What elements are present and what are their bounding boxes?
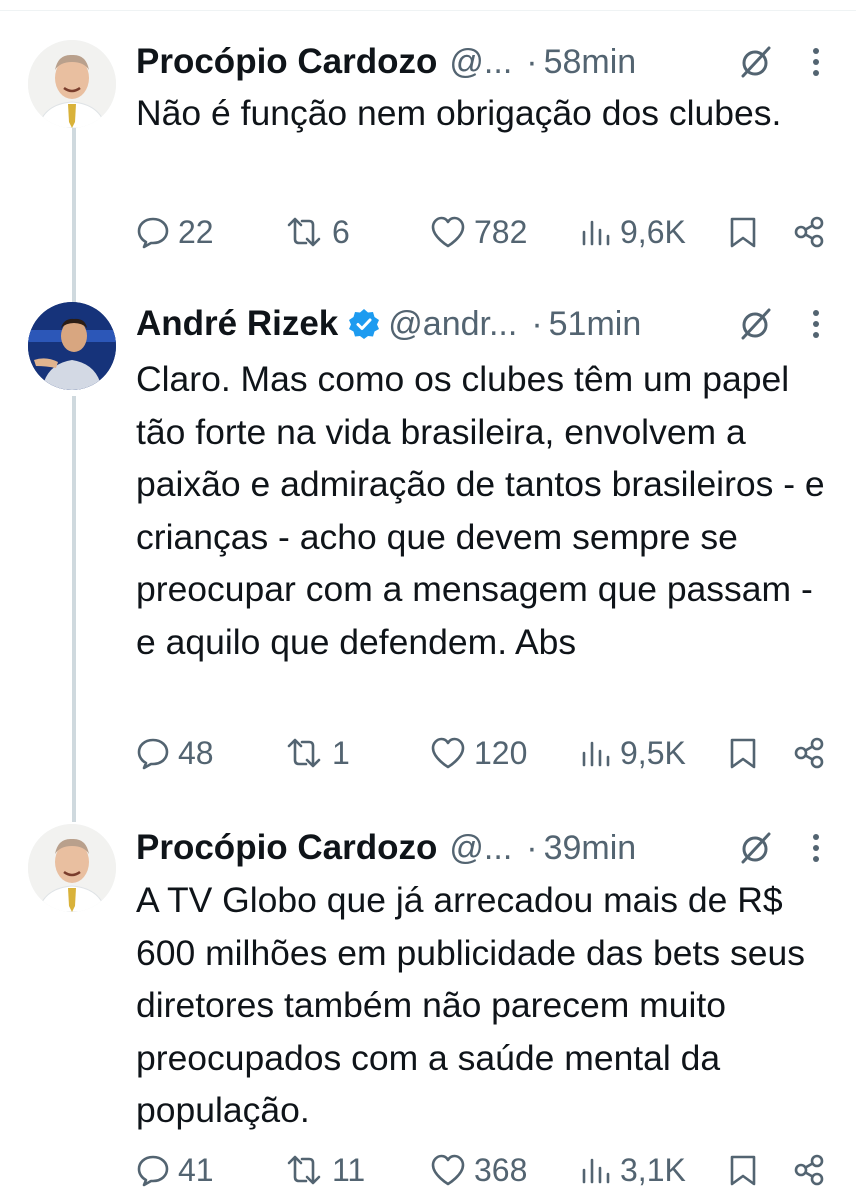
thread-connector (72, 126, 76, 304)
views-button[interactable]: 3,1K (580, 1150, 686, 1190)
bookmark-icon (728, 1153, 758, 1187)
tweet-text: Claro. Mas como os clubes têm um papel t… (136, 359, 825, 662)
views-button[interactable]: 9,6K (580, 212, 686, 252)
header-actions (738, 42, 826, 82)
timestamp[interactable]: 51min (549, 305, 642, 344)
tweet-header: Procópio Cardozo @... · 39min (136, 828, 826, 868)
bookmark-button[interactable] (728, 1150, 758, 1190)
views-count: 3,1K (620, 1151, 686, 1188)
tweet-text: Não é função nem obrigação dos clubes. (136, 93, 782, 133)
grok-icon[interactable] (738, 830, 774, 866)
views-count: 9,5K (620, 734, 686, 771)
views-count: 9,6K (620, 213, 686, 250)
share-button[interactable] (792, 212, 826, 252)
reply-count: 41 (178, 1151, 214, 1188)
author-handle[interactable]: @... (449, 43, 512, 82)
more-icon[interactable] (812, 47, 820, 77)
tweet-header: André Rizek @andr... · 51min (136, 304, 826, 344)
more-icon[interactable] (812, 833, 820, 863)
avatar[interactable] (28, 302, 116, 390)
bookmark-icon (728, 215, 758, 249)
avatar[interactable] (28, 824, 116, 912)
repost-button[interactable]: 1 (284, 733, 350, 773)
repost-count: 6 (332, 213, 350, 250)
repost-button[interactable]: 11 (284, 1150, 365, 1190)
author-handle[interactable]: @... (449, 829, 512, 868)
share-icon (792, 215, 826, 249)
author-handle[interactable]: @andr... (388, 305, 517, 344)
like-count: 120 (474, 734, 528, 771)
verified-badge-icon (348, 308, 380, 340)
reply-button[interactable]: 22 (136, 212, 214, 252)
reply-icon (136, 736, 170, 770)
reply-icon (136, 215, 170, 249)
tweet-header: Procópio Cardozo @... · 58min (136, 42, 826, 82)
repost-icon (284, 1153, 324, 1187)
like-icon (430, 215, 466, 249)
share-button[interactable] (792, 1150, 826, 1190)
tweet-actions: 48 1 120 9,5K (136, 733, 836, 773)
like-icon (430, 736, 466, 770)
share-button[interactable] (792, 733, 826, 773)
grok-icon[interactable] (738, 44, 774, 80)
author-name[interactable]: Procópio Cardozo (136, 828, 437, 868)
header-actions (738, 828, 826, 868)
separator-dot: · (526, 828, 538, 867)
bookmark-button[interactable] (728, 733, 758, 773)
like-button[interactable]: 782 (430, 212, 527, 252)
reply-button[interactable]: 48 (136, 733, 214, 773)
share-icon (792, 736, 826, 770)
views-icon (580, 737, 612, 769)
more-icon[interactable] (812, 309, 820, 339)
separator-dot: · (531, 304, 543, 343)
repost-count: 11 (332, 1151, 366, 1188)
views-icon (580, 1154, 612, 1186)
repost-count: 1 (332, 734, 350, 771)
author-name[interactable]: André Rizek (136, 304, 338, 344)
separator-dot: · (526, 42, 538, 81)
like-icon (430, 1153, 466, 1187)
bookmark-button[interactable] (728, 212, 758, 252)
share-icon (792, 1153, 826, 1187)
repost-icon (284, 736, 324, 770)
reply-button[interactable]: 41 (136, 1150, 214, 1190)
views-icon (580, 216, 612, 248)
like-button[interactable]: 120 (430, 733, 527, 773)
bookmark-icon (728, 736, 758, 770)
reply-icon (136, 1153, 170, 1187)
avatar[interactable] (28, 40, 116, 128)
like-count: 782 (474, 213, 528, 250)
like-count: 368 (474, 1151, 528, 1188)
timestamp[interactable]: 39min (544, 829, 637, 868)
tweet-text: A TV Globo que já arrecadou mais de R$ 6… (136, 880, 805, 1130)
reply-count: 22 (178, 213, 214, 250)
tweet-actions: 22 6 782 9,6K (136, 212, 836, 252)
timestamp[interactable]: 58min (544, 43, 637, 82)
views-button[interactable]: 9,5K (580, 733, 686, 773)
grok-icon[interactable] (738, 306, 774, 342)
reply-count: 48 (178, 734, 214, 771)
repost-icon (284, 215, 324, 249)
repost-button[interactable]: 6 (284, 212, 350, 252)
tweet-actions: 41 11 368 3,1K (136, 1150, 836, 1190)
author-name[interactable]: Procópio Cardozo (136, 42, 437, 82)
like-button[interactable]: 368 (430, 1150, 527, 1190)
thread-connector (72, 396, 76, 822)
top-divider (0, 0, 856, 11)
header-actions (738, 304, 826, 344)
